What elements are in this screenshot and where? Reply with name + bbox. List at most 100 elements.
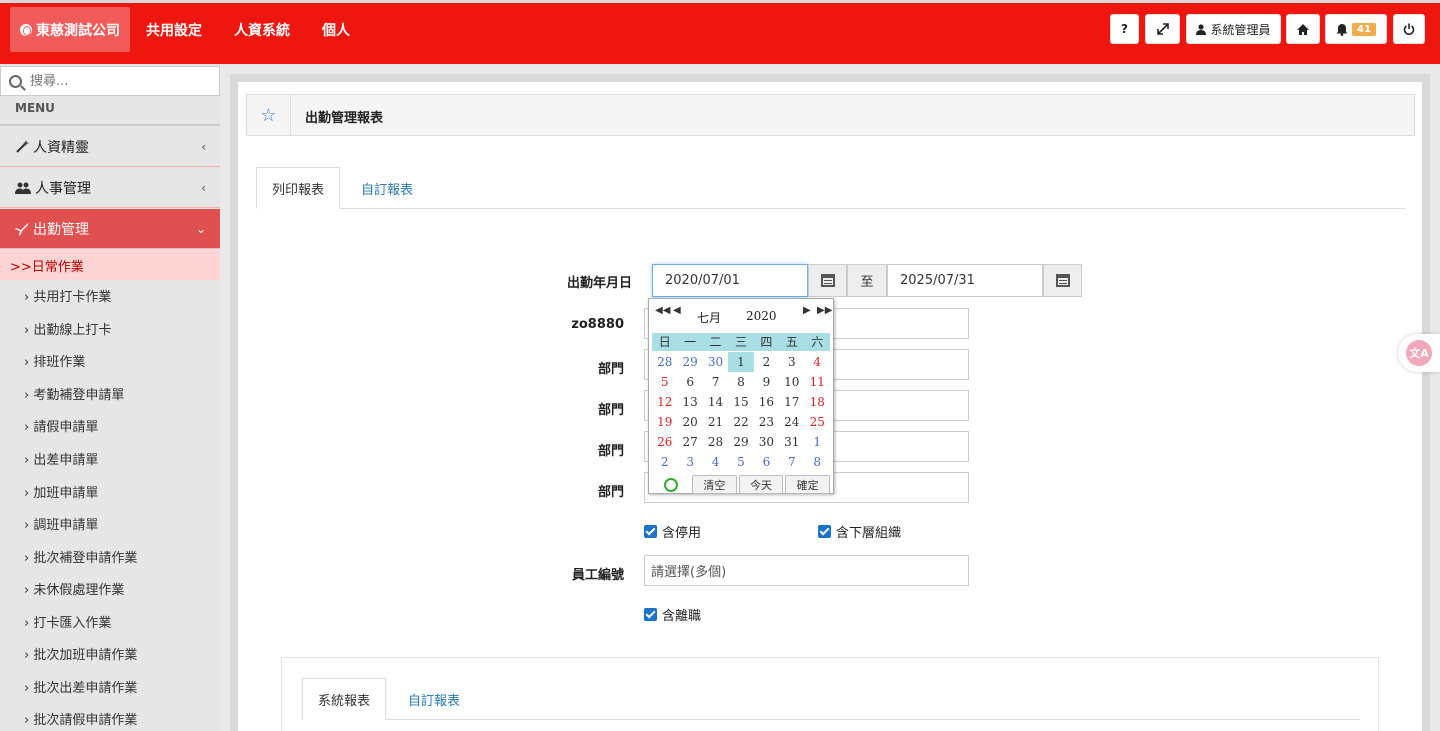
sidebar-subitem[interactable]: › 加班申請單: [24, 482, 98, 501]
day-cell[interactable]: 22: [728, 412, 753, 432]
sidebar-subitem[interactable]: › 出勤線上打卡: [24, 319, 111, 338]
day-cell[interactable]: 7: [703, 372, 728, 392]
include-disabled-checkbox[interactable]: 含停用: [644, 522, 701, 541]
datepicker-ok-button[interactable]: 確定: [785, 475, 831, 494]
day-cell[interactable]: 19: [652, 412, 677, 432]
datepicker-clear-button[interactable]: 清空: [692, 475, 737, 494]
day-cell[interactable]: 31: [779, 432, 804, 452]
sidebar-subitem[interactable]: › 考勤補登申請單: [24, 384, 124, 403]
sidebar-item-personnel[interactable]: 人事管理 ‹: [0, 168, 220, 208]
day-cell[interactable]: 6: [677, 372, 702, 392]
day-cell[interactable]: 4: [703, 452, 728, 472]
help-button[interactable]: ?: [1110, 14, 1139, 44]
tab-print-report[interactable]: 列印報表: [256, 167, 341, 209]
day-cell[interactable]: 18: [805, 392, 830, 412]
nav-shared-settings[interactable]: 共用設定: [146, 7, 202, 52]
day-cell[interactable]: 17: [779, 392, 804, 412]
day-cell[interactable]: 30: [754, 432, 779, 452]
day-cell[interactable]: 4: [805, 352, 830, 372]
day-cell[interactable]: 10: [779, 372, 804, 392]
day-cell[interactable]: 11: [805, 372, 830, 392]
date-to-input[interactable]: 2025/07/31: [887, 264, 1043, 297]
submenu-daily-operations[interactable]: >>日常作業: [0, 250, 220, 280]
day-cell[interactable]: 5: [652, 372, 677, 392]
user-menu-button[interactable]: 系統管理員: [1186, 14, 1281, 44]
sidebar-item-attendance[interactable]: 出勤管理 ⌄: [0, 209, 220, 249]
date-from-input[interactable]: 2020/07/01: [652, 264, 808, 297]
day-cell[interactable]: 9: [754, 372, 779, 392]
company-brand-button[interactable]: 東慈測試公司: [10, 7, 130, 52]
day-cell[interactable]: 20: [677, 412, 702, 432]
day-cell[interactable]: 16: [754, 392, 779, 412]
day-cell[interactable]: 13: [677, 392, 702, 412]
datepicker-footer: 清空 今天 確定: [652, 475, 831, 494]
day-cell[interactable]: 27: [677, 432, 702, 452]
day-cell[interactable]: 3: [779, 352, 804, 372]
day-cell[interactable]: 26: [652, 432, 677, 452]
sidebar-subitem[interactable]: › 打卡匯入作業: [24, 612, 111, 631]
next-year-button[interactable]: ▶▶: [817, 305, 832, 316]
fullscreen-button[interactable]: [1145, 14, 1180, 44]
sidebar-item-hr-wizard[interactable]: 人資精靈 ‹: [0, 127, 220, 167]
sidebar-subitem[interactable]: › 排班作業: [24, 351, 85, 370]
datepicker-year[interactable]: 2020: [746, 309, 777, 323]
sidebar-subitem[interactable]: › 共用打卡作業: [24, 286, 111, 305]
day-cell[interactable]: 28: [652, 352, 677, 372]
day-cell[interactable]: 23: [754, 412, 779, 432]
sidebar-search-input[interactable]: [30, 73, 200, 89]
sidebar-subitem[interactable]: › 未休假處理作業: [24, 579, 124, 598]
sidebar-subitem[interactable]: › 批次加班申請作業: [24, 644, 137, 663]
home-icon: [1297, 23, 1309, 35]
sidebar-subitem[interactable]: › 調班申請單: [24, 514, 98, 533]
include-sub-org-checkbox[interactable]: 含下層組織: [818, 522, 901, 541]
sidebar-subitem[interactable]: › 批次出差申請作業: [24, 677, 137, 696]
nav-hr-system[interactable]: 人資系統: [234, 7, 290, 52]
sidebar-subitem[interactable]: › 批次請假申請作業: [24, 709, 137, 728]
date-from-calendar-button[interactable]: [808, 264, 847, 297]
logout-button[interactable]: [1393, 14, 1425, 44]
prev-year-button[interactable]: ◀◀: [655, 305, 670, 316]
day-cell[interactable]: 14: [703, 392, 728, 412]
sidebar-subitem[interactable]: › 出差申請單: [24, 449, 98, 468]
day-cell-selected[interactable]: 1: [728, 352, 754, 372]
notifications-button[interactable]: 41: [1325, 14, 1387, 44]
day-cell[interactable]: 8: [805, 452, 830, 472]
day-cell[interactable]: 5: [728, 452, 753, 472]
nav-personal[interactable]: 個人: [322, 7, 350, 52]
tab-custom-report[interactable]: 自訂報表: [346, 167, 428, 209]
day-cell[interactable]: 28: [703, 432, 728, 452]
translate-widget-button[interactable]: 文A: [1398, 334, 1440, 372]
date-to-calendar-button[interactable]: [1043, 264, 1082, 297]
chevron-down-icon: ⌄: [195, 221, 206, 236]
day-cell[interactable]: 2: [754, 352, 779, 372]
sidebar-subitem[interactable]: › 批次補登申請作業: [24, 547, 137, 566]
menu-title: MENU: [15, 101, 55, 115]
prev-month-button[interactable]: ◀: [673, 305, 681, 316]
include-resigned-checkbox[interactable]: 含離職: [644, 605, 701, 624]
day-cell[interactable]: 8: [728, 372, 753, 392]
time-toggle-button[interactable]: [652, 475, 690, 494]
tab-system-report[interactable]: 系統報表: [302, 678, 387, 720]
day-cell[interactable]: 29: [677, 352, 702, 372]
day-cell[interactable]: 15: [728, 392, 753, 412]
user-name: 系統管理員: [1210, 22, 1271, 37]
datepicker-month[interactable]: 七月: [697, 309, 721, 326]
day-cell[interactable]: 7: [779, 452, 804, 472]
day-cell[interactable]: 1: [805, 432, 830, 452]
day-cell[interactable]: 12: [652, 392, 677, 412]
day-cell[interactable]: 25: [805, 412, 830, 432]
day-cell[interactable]: 2: [652, 452, 677, 472]
datepicker-today-button[interactable]: 今天: [738, 475, 784, 494]
next-month-button[interactable]: ▶: [803, 305, 811, 316]
day-cell[interactable]: 29: [728, 432, 753, 452]
day-cell[interactable]: 30: [703, 352, 728, 372]
home-button[interactable]: [1286, 14, 1320, 44]
day-cell[interactable]: 3: [677, 452, 702, 472]
day-cell[interactable]: 24: [779, 412, 804, 432]
favorite-star-icon[interactable]: ☆: [247, 95, 291, 135]
sidebar-subitem[interactable]: › 請假申請單: [24, 416, 98, 435]
tab-custom-report-2[interactable]: 自訂報表: [393, 678, 475, 720]
day-cell[interactable]: 21: [703, 412, 728, 432]
employee-id-select[interactable]: 請選擇(多個): [644, 555, 969, 586]
day-cell[interactable]: 6: [754, 452, 779, 472]
